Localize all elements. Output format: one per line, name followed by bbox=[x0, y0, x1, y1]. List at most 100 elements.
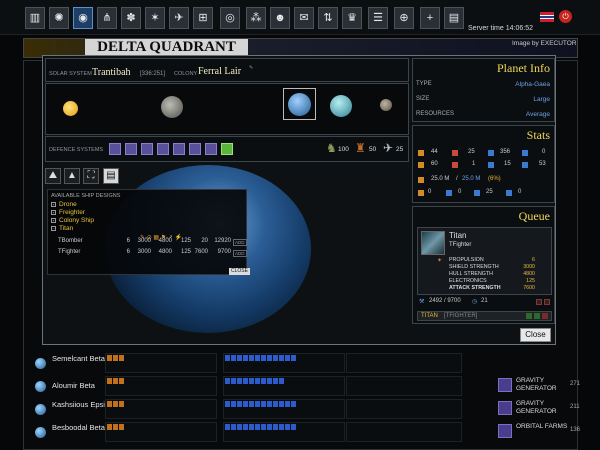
module-count: 211 bbox=[570, 404, 580, 410]
trade-icon[interactable]: ⇅ bbox=[318, 7, 338, 29]
queue-item-detail: Titan TFighter ✦ PROPULSION 6 SHIELD STRE… bbox=[417, 227, 552, 295]
galaxy-icon[interactable]: ✺ bbox=[49, 7, 69, 29]
add-button[interactable]: ADD bbox=[233, 250, 247, 257]
planet-resources: Average bbox=[525, 111, 550, 118]
tab-buildings-icon[interactable]: ⛰ bbox=[45, 168, 61, 184]
propulsion-icon: ✦ bbox=[437, 258, 443, 264]
tab-defence-icon[interactable]: ⛶ bbox=[83, 168, 99, 184]
fleet-icon[interactable]: ⋔ bbox=[97, 7, 117, 29]
planet-icon[interactable] bbox=[161, 96, 183, 118]
research-icon[interactable]: ✽ bbox=[121, 7, 141, 29]
trophy-icon[interactable]: ♛ bbox=[342, 7, 362, 29]
population-growth: (6%) bbox=[488, 176, 501, 182]
fighter-icon: ✈ bbox=[383, 141, 394, 155]
design-tree-item[interactable]: − Titan bbox=[51, 225, 73, 233]
building-cell bbox=[105, 399, 217, 419]
combat-icon[interactable]: ✶ bbox=[145, 7, 165, 29]
defence-slot-active[interactable] bbox=[221, 143, 233, 155]
tech-icon bbox=[488, 162, 494, 168]
notebook-icon[interactable]: ▤ bbox=[444, 7, 464, 29]
planet-icon bbox=[35, 427, 46, 438]
defence-slot[interactable] bbox=[189, 143, 201, 155]
queue-progress: ⚒ 2492 / 9700 ◷ 21 bbox=[417, 298, 554, 307]
defence-count: 50 bbox=[369, 146, 377, 153]
sun-icon[interactable] bbox=[63, 101, 78, 116]
planets-icon[interactable]: ◉ bbox=[73, 7, 93, 29]
spy-icon[interactable]: ◎ bbox=[220, 7, 240, 29]
design-tree-item[interactable]: + Colony Ship bbox=[51, 217, 94, 225]
table-row[interactable]: TFighter 6 3000 4800 125 7600 9700 ADD bbox=[58, 249, 248, 258]
population-max: 25.0 M bbox=[462, 176, 481, 182]
module-icon bbox=[498, 401, 512, 415]
list-item[interactable]: Aloumir Beta GRAVITY GENERATOR 271 bbox=[30, 376, 586, 398]
planet-icon[interactable] bbox=[288, 93, 311, 116]
network-icon[interactable]: ⁂ bbox=[246, 7, 266, 29]
food-icon bbox=[418, 190, 424, 196]
population: 25.0 M bbox=[431, 176, 450, 182]
add-button[interactable]: ADD bbox=[233, 239, 247, 246]
planet-icon[interactable] bbox=[380, 99, 392, 111]
solar-system-label: SOLAR SYSTEM bbox=[49, 71, 92, 77]
shield-icon bbox=[452, 162, 458, 168]
add-icon[interactable]: + bbox=[420, 7, 440, 29]
module-name: ORBITAL FARMS bbox=[516, 423, 568, 430]
close-button[interactable]: Close bbox=[520, 328, 551, 342]
defense-icon[interactable]: ⊞ bbox=[193, 7, 213, 29]
close-designs-button[interactable]: CLOSE bbox=[229, 268, 250, 275]
population-row: 25.0 M / 25.0 M (6%) bbox=[416, 176, 553, 185]
defence-count: 25 bbox=[396, 146, 404, 153]
module-slot[interactable]: GRAVITY GENERATOR 271 bbox=[466, 376, 586, 396]
module-icon bbox=[498, 424, 512, 438]
cancel-icon[interactable] bbox=[544, 299, 550, 305]
colony-header: SOLAR SYSTEM Trantibah [336:251] COLONY … bbox=[45, 58, 409, 82]
mail-icon[interactable]: ✉ bbox=[294, 7, 314, 29]
defence-slot[interactable] bbox=[173, 143, 185, 155]
list-item[interactable]: Semelcant Beta bbox=[30, 353, 586, 375]
tab-list-icon[interactable]: ▤ bbox=[103, 168, 119, 184]
list-item[interactable]: Besboodal Beta ORBITAL FARMS 136 bbox=[30, 422, 586, 444]
credits-icon bbox=[506, 190, 512, 196]
list-icon[interactable]: ☰ bbox=[368, 7, 388, 29]
speed-icon bbox=[488, 150, 494, 156]
planet-icon[interactable] bbox=[330, 95, 352, 117]
logout-icon[interactable]: ⏻ bbox=[559, 10, 572, 23]
design-tree-item[interactable]: + Freighter bbox=[51, 209, 85, 217]
defence-slot[interactable] bbox=[141, 143, 153, 155]
edit-icon[interactable]: ✎ bbox=[249, 65, 253, 71]
colony-modal: SOLAR SYSTEM Trantibah [336:251] COLONY … bbox=[42, 55, 556, 345]
design-tree-item[interactable]: + Drone bbox=[51, 201, 77, 209]
stats-icon[interactable]: ▥ bbox=[25, 7, 45, 29]
stat-row: ELECTRONICS 125 bbox=[449, 278, 535, 284]
language-flag-icon[interactable] bbox=[540, 12, 554, 22]
remove-icon[interactable] bbox=[536, 299, 542, 305]
list-item[interactable]: Kashsiious Epsilon GRAVITY GENERATOR 211 bbox=[30, 399, 586, 421]
shipyard-icon[interactable]: ✈ bbox=[169, 7, 189, 29]
resources-label: RESOURCES bbox=[416, 111, 455, 117]
ore-icon bbox=[446, 190, 452, 196]
module-slot[interactable]: GRAVITY GENERATOR 211 bbox=[466, 399, 586, 419]
defence-slot[interactable] bbox=[125, 143, 137, 155]
defence-slot[interactable] bbox=[157, 143, 169, 155]
extra-cell bbox=[346, 422, 462, 442]
queue-list-item[interactable]: TITAN [TFIGHTER] bbox=[417, 311, 552, 321]
stats-panel: Stats 44 25 356 0 60 1 15 53 25.0 M / 25… bbox=[412, 125, 555, 203]
defence-slot[interactable] bbox=[109, 143, 121, 155]
ship-name: Titan bbox=[449, 231, 467, 240]
banner-title: DELTA QUADRANT bbox=[85, 39, 248, 55]
tab-ships-icon[interactable]: ▲ bbox=[64, 168, 80, 184]
module-icon bbox=[498, 378, 512, 392]
system-planets bbox=[45, 83, 409, 135]
stats-row: 0 0 25 0 bbox=[416, 189, 553, 198]
table-row[interactable]: TBomber 6 3000 4800 125 20 12920 ADD bbox=[58, 238, 248, 247]
stat-row: HULL STRENGTH 4800 bbox=[449, 271, 535, 277]
top-toolbar: ▥ ✺ ◉ ⋔ ✽ ✶ ✈ ⊞ ◎ ⁂ ☻ ✉ ⇅ ♛ ☰ ⊕ + ▤ Serv… bbox=[0, 0, 600, 35]
defence-slot[interactable] bbox=[205, 143, 217, 155]
module-slot[interactable]: ORBITAL FARMS 136 bbox=[466, 422, 586, 442]
queue-cell bbox=[223, 399, 345, 419]
move-up-icon[interactable] bbox=[526, 313, 532, 319]
delete-icon[interactable] bbox=[542, 313, 548, 319]
planet-icon bbox=[35, 404, 46, 415]
world-icon[interactable]: ⊕ bbox=[394, 7, 414, 29]
alliance-icon[interactable]: ☻ bbox=[270, 7, 290, 29]
move-down-icon[interactable] bbox=[534, 313, 540, 319]
